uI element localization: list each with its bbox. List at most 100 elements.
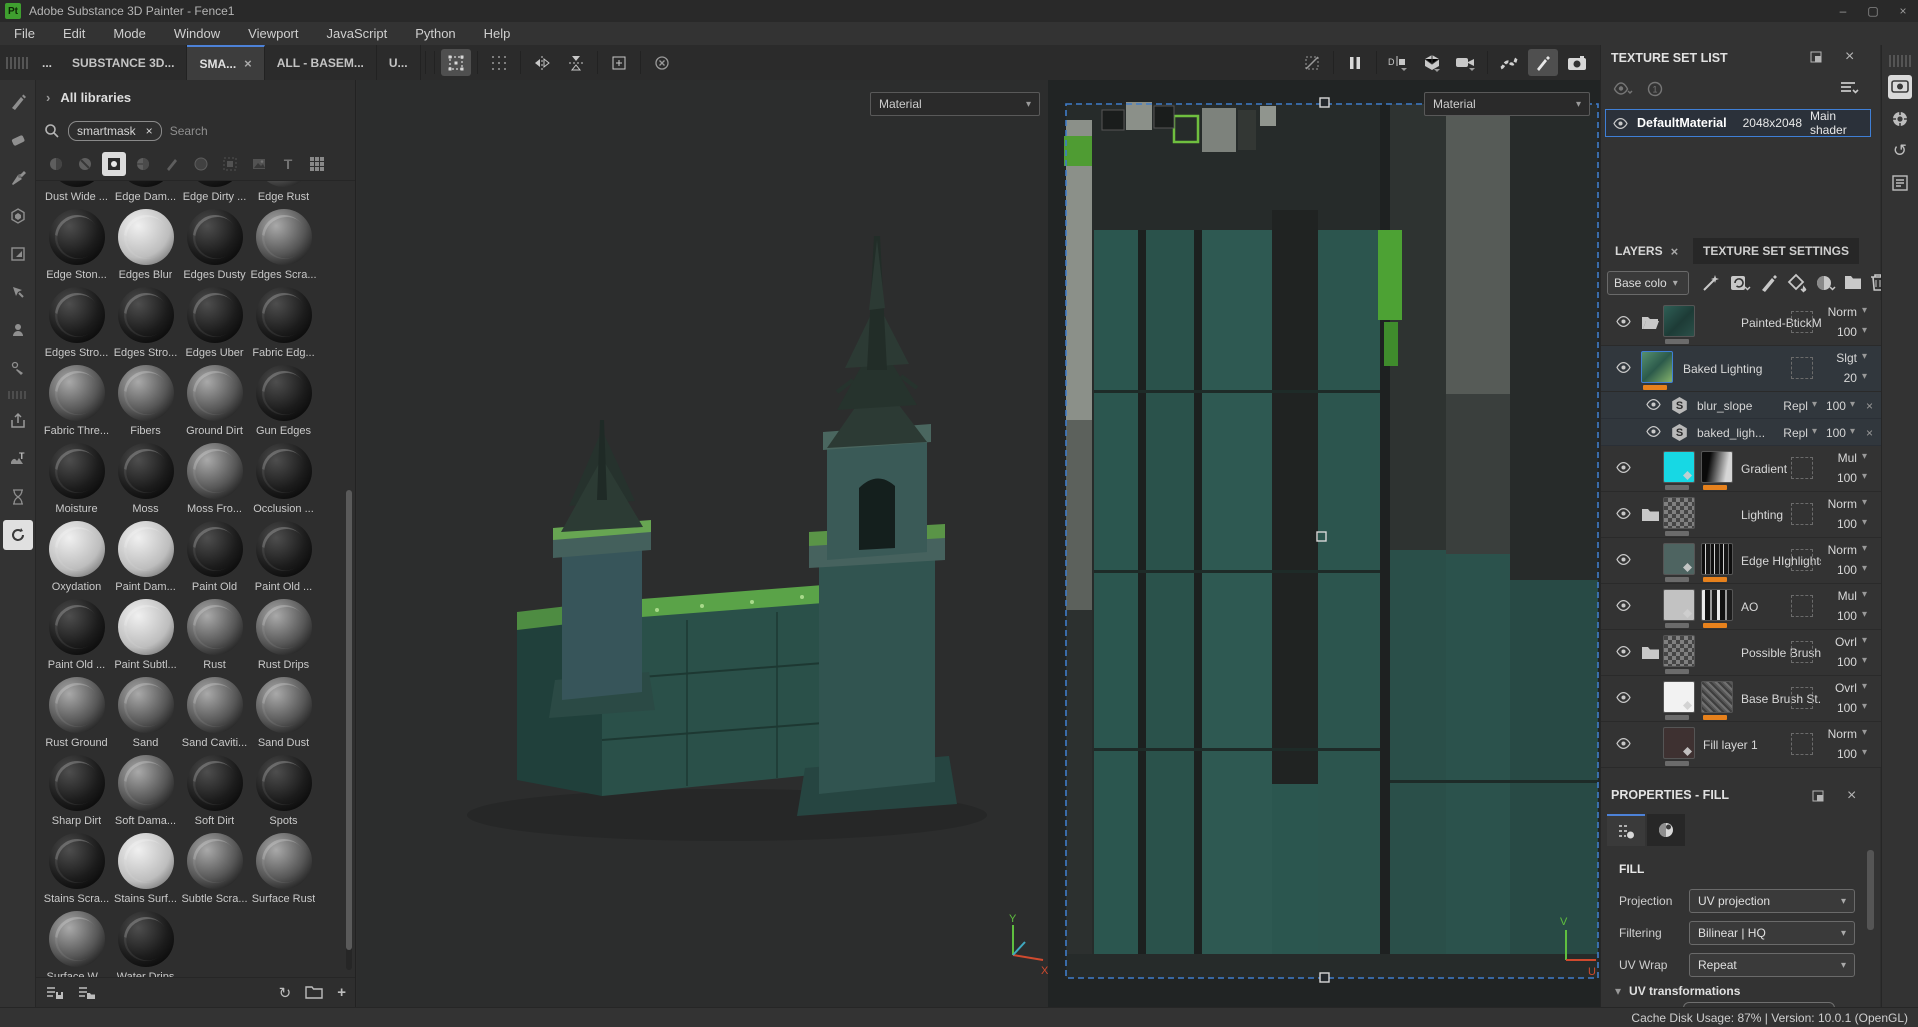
uv-transformations-section[interactable]: ▾ UV transformations bbox=[1615, 984, 1740, 998]
tab-texture-set-settings[interactable]: TEXTURE SET SETTINGS bbox=[1693, 238, 1859, 264]
layer-visibility-eye-icon[interactable] bbox=[1615, 553, 1632, 566]
blend-mode-select[interactable]: Norm▾ bbox=[1828, 497, 1867, 511]
opacity-select[interactable]: 100▾ bbox=[1837, 563, 1867, 577]
layer-name[interactable]: Baked Lighting bbox=[1683, 362, 1762, 376]
effect-blend-select[interactable]: Repl▾ bbox=[1783, 399, 1817, 413]
menu-window[interactable]: Window bbox=[160, 22, 234, 45]
material-filter-icon[interactable] bbox=[44, 152, 68, 176]
brush-stroke-icon[interactable] bbox=[1494, 49, 1524, 76]
clone-tool-icon[interactable] bbox=[3, 315, 33, 345]
float-panel-icon[interactable] bbox=[1811, 789, 1825, 806]
layer-anchor-slot[interactable] bbox=[1791, 311, 1813, 333]
float-panel-icon[interactable] bbox=[1809, 50, 1823, 67]
opacity-select[interactable]: 100▾ bbox=[1837, 747, 1867, 761]
opacity-select[interactable]: 100▾ bbox=[1837, 701, 1867, 715]
screenshot-icon[interactable] bbox=[1562, 49, 1592, 76]
maximize-icon[interactable]: ▢ bbox=[1858, 0, 1888, 22]
history-icon[interactable]: ↺ bbox=[1888, 139, 1912, 163]
asset-item[interactable]: Edges Scra... bbox=[249, 209, 318, 287]
asset-item[interactable]: Moss bbox=[111, 443, 180, 521]
layer-effect-row[interactable]: Sblur_slopeRepl▾100▾× bbox=[1601, 392, 1881, 419]
assets-scrollbar[interactable] bbox=[346, 490, 352, 970]
asset-item[interactable]: Rust Ground bbox=[42, 677, 111, 755]
opacity-select[interactable]: 100▾ bbox=[1837, 655, 1867, 669]
layer-anchor-slot[interactable] bbox=[1791, 595, 1813, 617]
channel-filter-select[interactable]: Base colo ▾ bbox=[1607, 271, 1689, 295]
asset-item[interactable]: Moisture bbox=[42, 443, 111, 521]
add-effect-icon[interactable] bbox=[1701, 273, 1721, 296]
remove-tag-icon[interactable]: × bbox=[146, 124, 153, 138]
asset-item[interactable]: Stains Scra... bbox=[42, 833, 111, 911]
opacity-select[interactable]: 100▾ bbox=[1837, 325, 1867, 339]
pending-tasks-icon[interactable] bbox=[3, 482, 33, 512]
all-filter-icon[interactable] bbox=[305, 152, 329, 176]
add-fill-layer-icon[interactable] bbox=[1787, 273, 1809, 296]
opacity-select[interactable]: 100▾ bbox=[1837, 471, 1867, 485]
layer-effect-row[interactable]: Sbaked_ligh...Repl▾100▾× bbox=[1601, 419, 1881, 446]
layer-visibility-eye-icon[interactable] bbox=[1615, 315, 1632, 328]
menu-mode[interactable]: Mode bbox=[99, 22, 160, 45]
pause-engine-icon[interactable] bbox=[1340, 49, 1370, 76]
tab-smart-masks[interactable]: SMA... × bbox=[187, 45, 264, 80]
layer-visibility-eye-icon[interactable] bbox=[1615, 507, 1632, 520]
solo-icon[interactable]: 1 bbox=[1647, 81, 1663, 100]
layer-thumbnail[interactable] bbox=[1701, 681, 1733, 713]
asset-item[interactable]: Paint Dam... bbox=[111, 521, 180, 599]
layer-row[interactable]: Base Brush St...Ovrl▾100▾ bbox=[1601, 676, 1881, 722]
texture-set-row[interactable]: DefaultMaterial 2048x2048 Main shader bbox=[1605, 109, 1871, 137]
tab-layers[interactable]: LAYERS × bbox=[1605, 238, 1688, 264]
display-order-icon[interactable] bbox=[1839, 79, 1859, 100]
blend-mode-select[interactable]: Mul▾ bbox=[1838, 451, 1867, 465]
close-panel-icon[interactable]: × bbox=[1845, 48, 1854, 66]
add-smart-material-icon[interactable] bbox=[1729, 273, 1751, 296]
blend-mode-select[interactable]: Norm▾ bbox=[1828, 727, 1867, 741]
asset-item[interactable]: Gun Edges bbox=[249, 365, 318, 443]
asset-item[interactable]: Paint Old ... bbox=[42, 599, 111, 677]
effect-name[interactable]: baked_ligh... bbox=[1697, 426, 1765, 440]
asset-item[interactable]: Paint Old ... bbox=[249, 521, 318, 599]
material-mode-select-2d[interactable]: Material ▾ bbox=[1424, 92, 1590, 116]
menu-edit[interactable]: Edit bbox=[49, 22, 99, 45]
layer-name[interactable]: Gradient bbox=[1741, 462, 1787, 476]
environment-filter-icon[interactable] bbox=[247, 152, 271, 176]
uv-wrap-select[interactable]: Repeat▾ bbox=[1689, 953, 1855, 977]
close-panel-icon[interactable]: × bbox=[1847, 787, 1856, 805]
layer-visibility-eye-icon[interactable] bbox=[1615, 737, 1632, 750]
asset-item[interactable]: Subtle Scra... bbox=[180, 833, 249, 911]
layer-row[interactable]: Possible Brush ...Ovrl▾100▾ bbox=[1601, 630, 1881, 676]
layer-row[interactable]: AOMul▾100▾ bbox=[1601, 584, 1881, 630]
transform-gizmo-icon[interactable] bbox=[441, 49, 471, 76]
camera-view-icon[interactable] bbox=[1451, 49, 1481, 76]
menu-python[interactable]: Python bbox=[401, 22, 469, 45]
asset-item[interactable]: Oxydation bbox=[42, 521, 111, 599]
layer-thumbnail[interactable] bbox=[1663, 635, 1695, 667]
collapse-chevron-icon[interactable]: › bbox=[46, 90, 50, 105]
folder-list-icon[interactable] bbox=[78, 985, 96, 1001]
brush-filter-icon[interactable] bbox=[160, 152, 184, 176]
effect-visibility-eye-icon[interactable] bbox=[1645, 425, 1662, 438]
layer-thumbnail[interactable] bbox=[1663, 681, 1695, 713]
asset-item[interactable]: Edges Dusty bbox=[180, 209, 249, 287]
asset-item[interactable]: Paint Subtl... bbox=[111, 599, 180, 677]
geometry-mask-icon[interactable] bbox=[3, 201, 33, 231]
layer-row[interactable]: Edge HIghlightsNorm▾100▾ bbox=[1601, 538, 1881, 584]
asset-item[interactable]: Soft Dama... bbox=[111, 755, 180, 833]
properties-scrollbar[interactable] bbox=[1867, 850, 1874, 930]
blend-mode-select[interactable]: Mul▾ bbox=[1838, 589, 1867, 603]
save-list-icon[interactable] bbox=[46, 985, 64, 1001]
layer-visibility-eye-icon[interactable] bbox=[1615, 645, 1632, 658]
asset-item[interactable]: Edge Ston... bbox=[42, 209, 111, 287]
fill-properties-tab[interactable] bbox=[1607, 814, 1645, 846]
remove-effect-icon[interactable]: × bbox=[1866, 399, 1873, 413]
material-picker-icon[interactable] bbox=[3, 353, 33, 383]
folder-icon[interactable] bbox=[1641, 645, 1660, 663]
texture-filter-icon[interactable] bbox=[218, 152, 242, 176]
layer-thumbnail[interactable] bbox=[1663, 497, 1695, 529]
text-resource-icon[interactable]: T bbox=[3, 444, 33, 474]
asset-item[interactable]: Fabric Edg... bbox=[249, 287, 318, 365]
blend-mode-select[interactable]: Norm▾ bbox=[1828, 305, 1867, 319]
eye-icon[interactable] bbox=[1612, 117, 1629, 130]
asset-item[interactable]: Occlusion ... bbox=[249, 443, 318, 521]
asset-item[interactable]: Sand bbox=[111, 677, 180, 755]
layer-anchor-slot[interactable] bbox=[1791, 457, 1813, 479]
